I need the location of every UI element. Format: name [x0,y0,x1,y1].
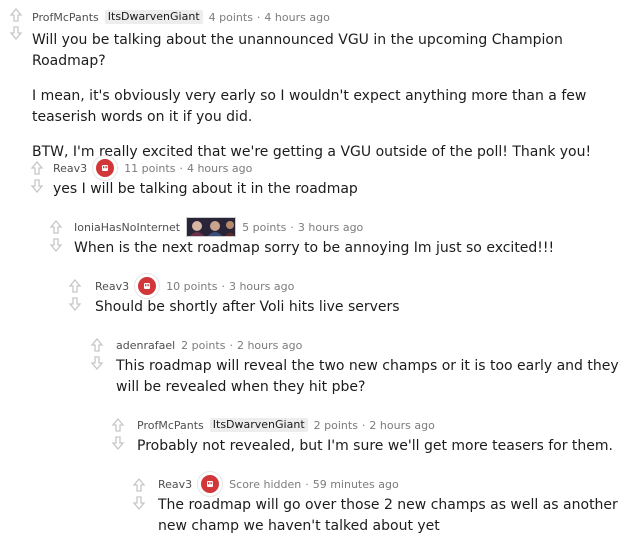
downvote-icon[interactable] [49,238,63,252]
comment-meta: Reav3 11 points · 4 hours ago [53,155,252,181]
downvote-icon[interactable] [30,179,44,193]
downvote-icon[interactable] [111,436,125,450]
riot-fist-icon [92,155,119,181]
comment-time[interactable]: 59 minutes ago [313,478,399,491]
comment-time[interactable]: 3 hours ago [298,221,363,234]
comment-paragraph: I mean, it's obviously very early so I w… [32,88,587,125]
comment-paragraph: The roadmap will go over those 2 new cha… [158,497,618,534]
comment-time[interactable]: 4 hours ago [264,11,329,24]
user-flair: ItsDwarvenGiant [209,418,308,432]
comment-meta: ProfMcPants ItsDwarvenGiant 2 points · 2… [137,417,435,433]
comment-score: 2 points [181,338,226,352]
comment-meta: Reav3 Score hidden · 59 minutes ago [158,471,399,497]
vote-arrows [89,338,105,370]
username-link[interactable]: IoniaHasNoInternet [74,221,180,234]
separator-dot: · [229,338,233,352]
separator-dot: · [305,477,309,491]
comment-body: This roadmap will reveal the two new cha… [116,356,621,412]
downvote-icon[interactable] [90,356,104,370]
downvote-icon[interactable] [132,496,146,510]
upvote-icon[interactable] [49,220,63,234]
separator-dot: · [179,161,183,175]
comment-time[interactable]: 3 hours ago [229,280,294,293]
vote-arrows [29,161,45,193]
separator-dot: · [256,10,261,24]
upvote-icon[interactable] [68,279,82,293]
riot-fist-icon [197,471,224,497]
upvote-icon[interactable] [9,8,23,22]
comment-score: Score hidden [229,477,302,491]
comment-body: yes I will be talking about it in the ro… [53,179,623,214]
comment-paragraph: yes I will be talking about it in the ro… [53,181,358,197]
comment-time[interactable]: 2 hours ago [369,419,434,432]
comment-meta: Reav3 10 points · 3 hours ago [95,273,294,299]
vote-arrows [67,279,83,311]
username-link[interactable]: ProfMcPants [32,11,99,24]
comment-score: 10 points [166,279,218,293]
comment-paragraph: Will you be talking about the unannounce… [32,32,563,69]
user-flair: ItsDwarvenGiant [104,10,203,24]
username-link[interactable]: Reav3 [95,280,129,293]
upvote-icon[interactable] [90,338,104,352]
upvote-icon[interactable] [132,478,146,492]
separator-dot: · [221,279,225,293]
comment-score: 5 points [242,220,287,234]
downvote-icon[interactable] [68,297,82,311]
comment-meta: ProfMcPants ItsDwarvenGiant 4 points · 4… [32,9,330,25]
upvote-icon[interactable] [111,418,125,432]
vote-arrows [131,478,147,510]
comment-paragraph: Should be shortly after Voli hits live s… [95,299,400,315]
comment-score: 4 points [208,10,253,24]
comment-time[interactable]: 4 hours ago [187,162,252,175]
comment-score: 2 points [313,418,358,432]
comment-paragraph: When is the next roadmap sorry to be ann… [74,240,555,256]
comment-meta: IoniaHasNoInternet 5 points · 3 hours ag… [74,217,363,237]
comment-body: Will you be talking about the unannounce… [32,30,622,177]
username-link[interactable]: Reav3 [158,478,192,491]
comment-time[interactable]: 2 hours ago [237,339,302,352]
comment-paragraph: This roadmap will reveal the two new cha… [116,358,619,395]
separator-dot: · [361,418,366,432]
comment-meta: adenrafael 2 points · 2 hours ago [116,337,302,353]
username-link[interactable]: adenrafael [116,339,175,352]
champion-flair-image [186,217,237,237]
vote-arrows [48,220,64,252]
comment-paragraph: Probably not revealed, but I'm sure we'l… [137,438,613,454]
comment-body: Should be shortly after Voli hits live s… [95,297,625,332]
username-link[interactable]: ProfMcPants [137,419,204,432]
vote-arrows [110,418,126,450]
comment-body: When is the next roadmap sorry to be ann… [74,238,624,273]
riot-fist-icon [134,273,161,299]
upvote-icon[interactable] [30,161,44,175]
comment-body: Probably not revealed, but I'm sure we'l… [137,436,627,471]
username-link[interactable]: Reav3 [53,162,87,175]
downvote-icon[interactable] [9,26,23,40]
separator-dot: · [290,220,294,234]
vote-arrows [8,8,24,40]
comment-score: 11 points [124,161,176,175]
